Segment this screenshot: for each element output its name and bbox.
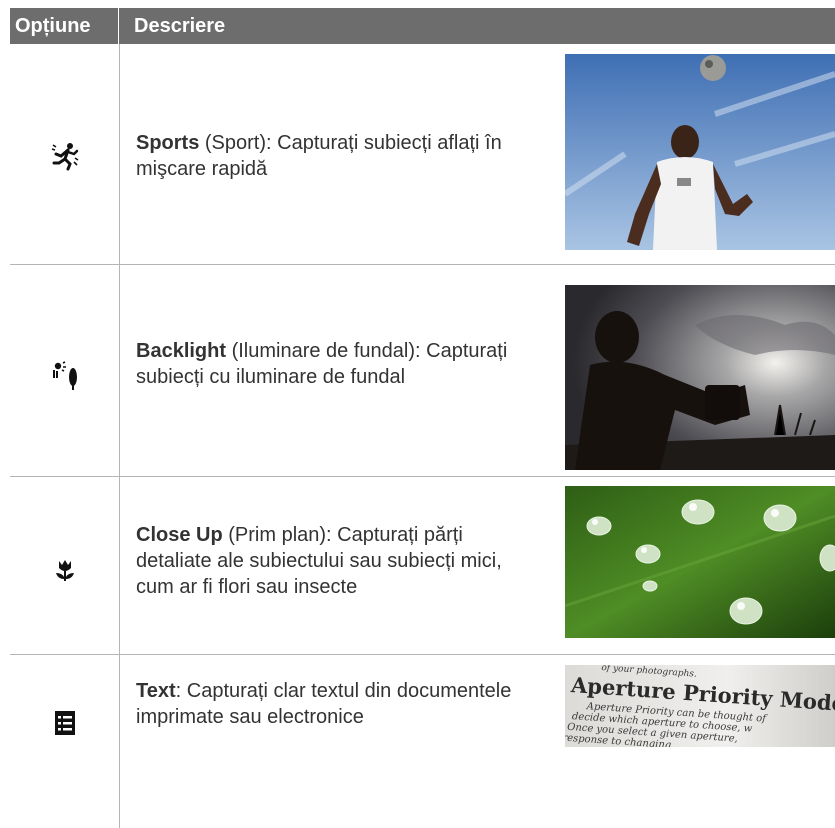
table-header: Opțiune Descriere [10,8,835,44]
row-description: Close Up (Prim plan): Capturați părți de… [136,522,536,600]
text-document-icon [50,708,80,738]
scene-name: Close Up [136,524,223,546]
scene-name: Text [136,680,176,702]
row-description: Backlight (Iluminare de fundal): Captura… [136,338,536,390]
header-description: Descriere [134,15,226,37]
scene-name: Backlight [136,340,227,362]
backlight-person-tree-icon [50,360,80,390]
silhouette-photographer-photo [565,285,835,470]
book-page-photo: of your photographs. Aperture Priority M… [565,665,835,747]
header-divider [118,8,119,44]
row-description: Text: Capturați clar textul din document… [136,678,536,730]
scene-name: Sports [136,132,200,154]
table-row-backlight: Backlight (Iluminare de fundal): Captura… [10,265,835,477]
table-row-sports: Sports (Sport): Capturați subiecți aflaț… [10,44,835,265]
row-description: Sports (Sport): Capturați subiecți aflaț… [136,130,536,182]
sports-running-icon [50,141,80,171]
water-drops-on-leaf-photo [565,486,835,638]
header-option: Opțiune [15,15,91,37]
soccer-player-heading-ball-photo [565,54,835,250]
macro-tulip-icon [50,555,80,585]
table-row-close-up: Close Up (Prim plan): Capturați părți de… [10,477,835,655]
scene-text: : Capturați clar textul din documentele … [136,680,512,728]
table-row-text: Text: Capturați clar textul din document… [10,655,835,828]
